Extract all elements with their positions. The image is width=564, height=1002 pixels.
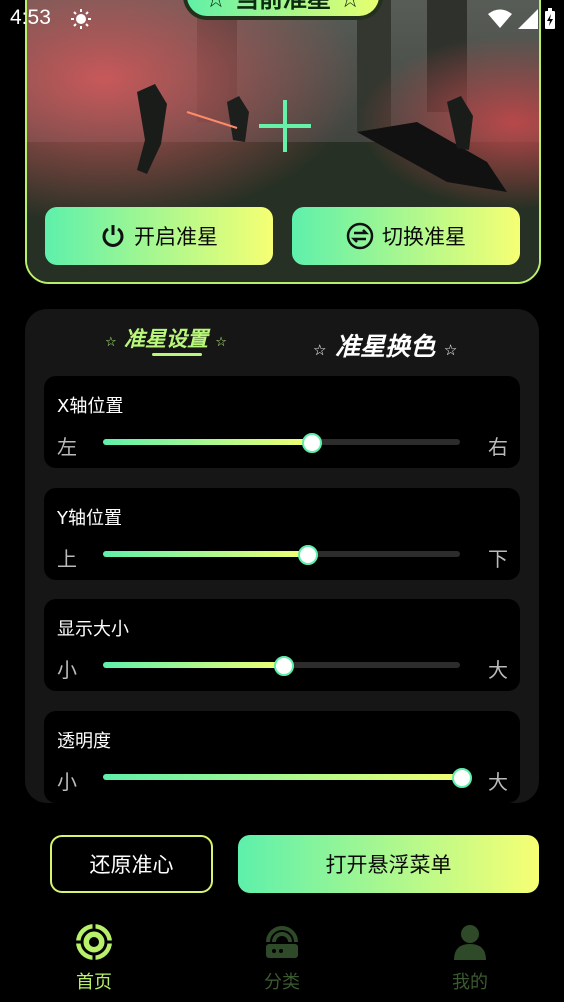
- slider-track[interactable]: [103, 656, 460, 676]
- nav-item-home[interactable]: 首页: [54, 922, 134, 994]
- nav-label-home: 首页: [76, 972, 112, 993]
- slider-min-label: 小: [57, 770, 77, 794]
- slider-size: 显示大小 小 大: [44, 599, 520, 691]
- crosshair-target-icon: [76, 924, 112, 960]
- crosshair-settings-card: ☆ 准星设置 ☆ ☆ 准星换色 ☆ X轴位置 左 右 Y轴位置 上 下 显示大小…: [25, 309, 539, 803]
- slider-thumb[interactable]: [273, 656, 294, 676]
- switch-crosshair-button[interactable]: 切换准星: [292, 207, 520, 265]
- slider-track[interactable]: [103, 433, 460, 453]
- nav-item-mine[interactable]: 我的: [430, 922, 510, 994]
- nav-label-category: 分类: [264, 972, 300, 993]
- tab-color-label: 准星换色: [335, 332, 436, 361]
- slider-thumb[interactable]: [298, 545, 319, 565]
- system-icons: [488, 8, 556, 30]
- tab-crosshair-color[interactable]: ☆ 准星换色 ☆: [313, 327, 457, 363]
- battery-icon: [545, 8, 555, 29]
- slider-fill: [103, 551, 307, 557]
- slider-max-label: 下: [488, 547, 508, 571]
- slider-max-label: 大: [488, 658, 508, 682]
- slider-label: 显示大小: [57, 619, 129, 640]
- open-floating-menu-button[interactable]: 打开悬浮菜单: [238, 835, 539, 893]
- status-bar: 4:53: [0, 0, 564, 40]
- slider-min-label: 小: [57, 658, 77, 682]
- tab-crosshair-settings[interactable]: ☆ 准星设置 ☆: [105, 323, 227, 353]
- slider-thumb[interactable]: [452, 768, 472, 788]
- slider-label: 透明度: [57, 731, 111, 752]
- slider-track[interactable]: [103, 545, 460, 565]
- enable-crosshair-button[interactable]: 开启准星: [45, 207, 273, 265]
- slider-y-position: Y轴位置 上 下: [44, 488, 520, 580]
- star-icon: ☆: [313, 341, 327, 359]
- open-floating-menu-label: 打开悬浮菜单: [325, 853, 452, 877]
- crosshair-preview-card: ☆ 当前准星 ☆ 开启准星 切换准星: [25, 0, 541, 284]
- star-icon: ☆: [443, 341, 458, 359]
- status-time: 4:53: [10, 6, 51, 29]
- star-icon: ☆: [215, 335, 227, 350]
- router-icon: [266, 926, 298, 958]
- brightness-icon: [71, 9, 91, 29]
- wifi-icon: [488, 9, 512, 28]
- slider-x-position: X轴位置 左 右: [44, 376, 520, 468]
- nav-label-mine: 我的: [452, 972, 488, 993]
- nav-item-category[interactable]: 分类: [242, 922, 322, 994]
- slider-min-label: 上: [57, 547, 77, 571]
- slider-label: Y轴位置: [57, 508, 122, 529]
- active-tab-indicator: [152, 353, 202, 356]
- slider-track[interactable]: [103, 768, 472, 788]
- slider-opacity: 透明度 小 大: [44, 711, 520, 803]
- slider-fill: [103, 774, 460, 780]
- slider-max-label: 大: [488, 770, 508, 794]
- slider-fill: [103, 662, 282, 668]
- power-icon: [102, 225, 124, 247]
- signal-icon: [518, 9, 538, 29]
- swap-icon: [346, 222, 374, 250]
- star-icon: ☆: [105, 335, 117, 350]
- switch-crosshair-label: 切换准星: [382, 225, 466, 249]
- slider-max-label: 右: [488, 435, 508, 459]
- enable-crosshair-label: 开启准星: [134, 225, 218, 249]
- slider-label: X轴位置: [57, 396, 124, 417]
- crosshair-preview-icon: [259, 100, 311, 152]
- tab-settings-label: 准星设置: [123, 327, 208, 351]
- slider-thumb[interactable]: [302, 433, 323, 453]
- slider-min-label: 左: [57, 435, 77, 459]
- reset-crosshair-button[interactable]: 还原准心: [50, 835, 213, 893]
- slider-fill: [103, 439, 311, 445]
- user-icon: [454, 925, 486, 960]
